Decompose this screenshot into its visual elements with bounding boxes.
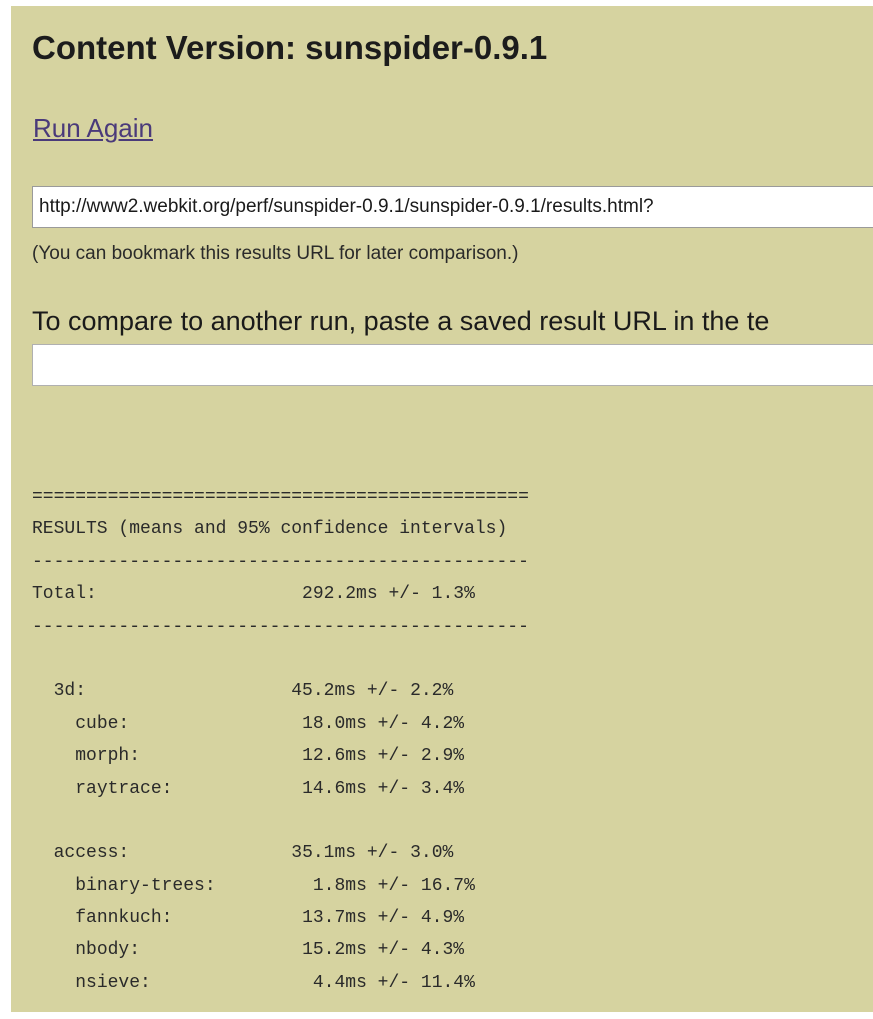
group-value: 45.2ms +/- 2.2% bbox=[291, 681, 454, 702]
results-block: ========================================… bbox=[32, 481, 529, 999]
test-row: nsieve: 4.4ms +/- 11.4% bbox=[32, 967, 529, 999]
test-row: cube: 18.0ms +/- 4.2% bbox=[32, 708, 529, 740]
test-value: 13.7ms +/- 4.9% bbox=[302, 908, 465, 929]
test-row: morph: 12.6ms +/- 2.9% bbox=[32, 740, 529, 772]
blank-row bbox=[32, 805, 529, 837]
separator-double: ========================================… bbox=[32, 487, 529, 507]
results-page: Content Version: sunspider-0.9.1 Run Aga… bbox=[11, 6, 873, 1012]
group-row: 3d: 45.2ms +/- 2.2% bbox=[32, 675, 529, 707]
test-value: 14.6ms +/- 3.4% bbox=[302, 778, 465, 799]
test-row: nbody: 15.2ms +/- 4.3% bbox=[32, 934, 529, 966]
test-value: 12.6ms +/- 2.9% bbox=[302, 746, 465, 767]
test-value: 1.8ms +/- 16.7% bbox=[312, 875, 475, 896]
separator-single: ----------------------------------------… bbox=[32, 551, 529, 572]
test-name: binary-trees: bbox=[75, 875, 216, 896]
total-label: Total: bbox=[32, 584, 97, 605]
group-name: 3d: bbox=[53, 681, 87, 702]
test-value: 4.4ms +/- 11.4% bbox=[312, 972, 475, 993]
blank-row bbox=[32, 643, 529, 675]
test-row: binary-trees: 1.8ms +/- 16.7% bbox=[32, 870, 529, 902]
page-title: Content Version: sunspider-0.9.1 bbox=[32, 29, 548, 66]
test-row: fannkuch: 13.7ms +/- 4.9% bbox=[32, 902, 529, 934]
separator-single-2: ----------------------------------------… bbox=[32, 616, 529, 637]
run-again-link[interactable]: Run Again bbox=[33, 113, 153, 144]
compare-url-input[interactable] bbox=[32, 344, 873, 386]
test-name: morph: bbox=[75, 746, 141, 767]
test-name: raytrace: bbox=[75, 778, 173, 799]
results-url-field[interactable]: http://www2.webkit.org/perf/sunspider-0.… bbox=[32, 186, 873, 228]
test-name: cube: bbox=[75, 713, 130, 734]
group-row: access: 35.1ms +/- 3.0% bbox=[32, 837, 529, 869]
test-name: fannkuch: bbox=[75, 908, 173, 929]
total-row: Total: 292.2ms +/- 1.3% bbox=[32, 578, 529, 610]
bookmark-hint: (You can bookmark this results URL for l… bbox=[32, 243, 519, 264]
test-name: nbody: bbox=[75, 940, 141, 961]
group-name: access: bbox=[53, 843, 130, 864]
results-heading: RESULTS (means and 95% confidence interv… bbox=[32, 519, 508, 540]
test-name: nsieve: bbox=[75, 972, 151, 993]
compare-instruction: To compare to another run, paste a saved… bbox=[32, 306, 770, 336]
test-value: 18.0ms +/- 4.2% bbox=[302, 713, 465, 734]
total-value: 292.2ms +/- 1.3% bbox=[302, 584, 475, 605]
test-row: raytrace: 14.6ms +/- 3.4% bbox=[32, 773, 529, 805]
test-value: 15.2ms +/- 4.3% bbox=[302, 940, 465, 961]
group-value: 35.1ms +/- 3.0% bbox=[291, 843, 454, 864]
